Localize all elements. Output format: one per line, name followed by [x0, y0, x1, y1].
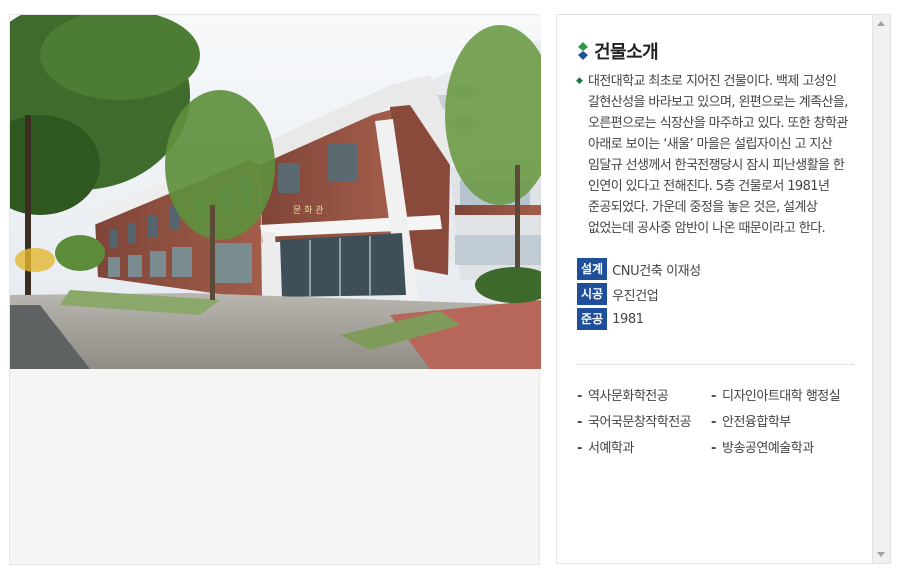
vertical-scrollbar[interactable]	[873, 14, 891, 564]
list-item: - 국어국문창작학전공	[577, 414, 711, 432]
department-label: 방송공연예술학과	[722, 441, 814, 456]
section-title: 건물소개	[594, 42, 659, 63]
department-label: 디자인아트대학 행정실	[722, 389, 841, 404]
department-list: - 역사문화학전공 - 디자인아트대학 행정실 - 국어국문창작학전공 - 안전…	[577, 388, 847, 462]
fact-label: 설계	[577, 258, 608, 280]
fact-row-completion: 준공 1981	[577, 308, 701, 330]
department-label: 서예학과	[588, 441, 634, 456]
diamond-bullet-icon: ◆	[576, 76, 583, 86]
list-item: - 서예학과	[577, 440, 711, 458]
diamond-double-icon	[578, 42, 588, 60]
fact-value: 우진건업	[612, 288, 659, 304]
scroll-down-arrow-icon[interactable]	[877, 552, 885, 557]
dash-icon: -	[577, 389, 582, 404]
dash-icon: -	[711, 415, 716, 430]
photo-panel: 문 화 관	[9, 14, 541, 565]
title-row: 건물소개	[577, 38, 659, 64]
list-item: - 역사문화학전공	[577, 388, 711, 406]
dash-icon: -	[577, 441, 582, 456]
department-label: 안전융합학부	[722, 415, 791, 430]
department-label: 국어국문창작학전공	[588, 415, 692, 430]
fact-value: 1981	[612, 311, 644, 327]
fact-row-design: 설계 CNU건축 이재성	[577, 258, 701, 280]
dotted-divider	[577, 364, 854, 365]
description-text: 대전대학교 최초로 지어진 건물이다. 백제 고성인 갈현산성을 바라보고 있으…	[588, 74, 848, 236]
building-sign: 문 화 관	[293, 205, 324, 216]
building-info-panel: 건물소개 ◆ 대전대학교 최초로 지어진 건물이다. 백제 고성인 갈현산성을 …	[556, 14, 873, 564]
department-label: 역사문화학전공	[588, 389, 669, 404]
building-description: ◆ 대전대학교 최초로 지어진 건물이다. 백제 고성인 갈현산성을 바라보고 …	[576, 71, 856, 239]
list-item: - 안전융합학부	[711, 414, 847, 432]
fact-value: CNU건축 이재성	[612, 263, 701, 279]
dash-icon: -	[711, 389, 716, 404]
fact-row-construction: 시공 우진건업	[577, 283, 701, 305]
fact-label: 준공	[577, 308, 608, 330]
fact-label: 시공	[577, 283, 608, 305]
building-photo: 문 화 관	[10, 15, 541, 369]
scroll-up-arrow-icon[interactable]	[877, 21, 885, 26]
list-item: - 디자인아트대학 행정실	[711, 388, 847, 406]
dash-icon: -	[711, 441, 716, 456]
building-facts: 설계 CNU건축 이재성 시공 우진건업 준공 1981	[577, 258, 701, 333]
dash-icon: -	[577, 415, 582, 430]
list-item: - 방송공연예술학과	[711, 440, 847, 458]
